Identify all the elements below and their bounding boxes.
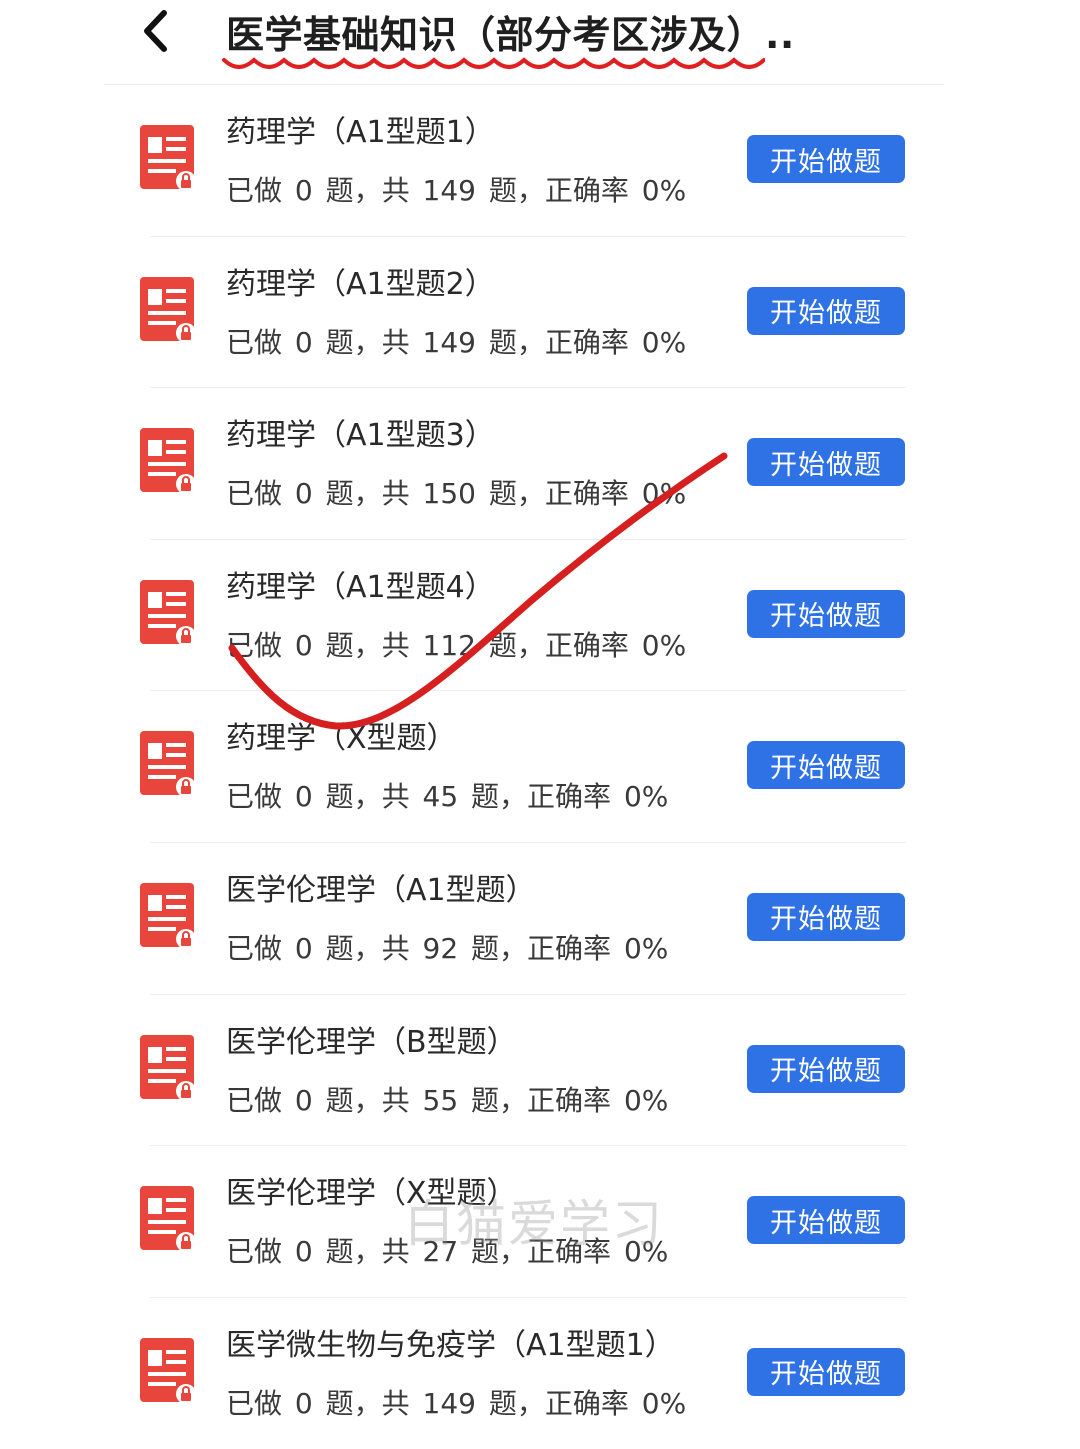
document-lock-icon [140,882,196,949]
document-lock-icon [140,731,196,798]
list-item: 医学伦理学（X型题） 已做 0 题，共 27 题，正确率 0% 开始做题 [0,1146,1080,1298]
start-exercise-button[interactable]: 开始做题 [747,286,905,335]
item-title: 药理学（X型题） [226,721,457,757]
item-stats: 已做 0 题，共 27 题，正确率 0% [226,1235,669,1269]
list-item: 药理学（A1型题2） 已做 0 题，共 149 题，正确率 0% 开始做题 [0,237,1080,389]
start-exercise-button[interactable]: 开始做题 [747,438,905,487]
start-exercise-button[interactable]: 开始做题 [747,1044,905,1093]
item-stats: 已做 0 题，共 45 题，正确率 0% [226,780,669,814]
start-exercise-button[interactable]: 开始做题 [747,1196,905,1245]
document-lock-icon [140,276,196,343]
list-item: 药理学（A1型题3） 已做 0 题，共 150 题，正确率 0% 开始做题 [0,388,1080,540]
item-title: 医学伦理学（B型题） [226,1024,517,1060]
list-item: 医学伦理学（A1型题） 已做 0 题，共 92 题，正确率 0% 开始做题 [0,843,1080,995]
start-exercise-button[interactable]: 开始做题 [747,1347,905,1396]
item-title: 药理学（A1型题4） [226,569,495,605]
document-lock-icon [140,1186,196,1253]
item-title: 药理学（A1型题1） [226,115,495,150]
list-item: 药理学（X型题） 已做 0 题，共 45 题，正确率 0% 开始做题 [0,691,1080,843]
wavy-underline-annotation [222,57,765,69]
document-lock-icon [140,428,196,495]
document-lock-icon [140,125,196,191]
list-item: 药理学（A1型题1） 已做 0 题，共 149 题，正确率 0% 开始做题 [0,85,1080,237]
item-title: 医学微生物与免疫学（A1型题1） [226,1327,675,1363]
exercise-list: 药理学（A1型题1） 已做 0 题，共 149 题，正确率 0% 开始做题 药理… [0,85,1080,1449]
item-stats: 已做 0 题，共 92 题，正确率 0% [226,931,669,965]
item-stats: 已做 0 题，共 149 题，正确率 0% [226,174,687,207]
item-title: 药理学（A1型题2） [226,266,495,302]
page-title: 医学基础知识（部分考区涉及）.. [226,13,795,57]
list-item: 医学微生物与免疫学（A1型题1） 已做 0 题，共 149 题，正确率 0% 开… [0,1298,1080,1449]
document-lock-icon [140,579,196,646]
chevron-left-icon [144,10,167,52]
item-stats: 已做 0 题，共 150 题，正确率 0% [226,477,687,511]
back-button[interactable] [132,8,178,54]
start-exercise-button[interactable]: 开始做题 [747,135,905,183]
start-exercise-button[interactable]: 开始做题 [747,589,905,638]
list-item: 药理学（A1型题4） 已做 0 题，共 112 题，正确率 0% 开始做题 [0,540,1080,692]
item-stats: 已做 0 题，共 112 题，正确率 0% [226,628,687,662]
item-stats: 已做 0 题，共 55 题，正确率 0% [226,1083,669,1117]
item-stats: 已做 0 题，共 149 题，正确率 0% [226,1386,687,1420]
header-bar: 医学基础知识（部分考区涉及）.. [0,0,1080,84]
list-item: 医学伦理学（B型题） 已做 0 题，共 55 题，正确率 0% 开始做题 [0,995,1080,1147]
document-lock-icon [140,1337,196,1404]
start-exercise-button[interactable]: 开始做题 [747,892,905,941]
item-title: 医学伦理学（A1型题） [226,872,536,908]
document-lock-icon [140,1034,196,1101]
item-title: 药理学（A1型题3） [226,418,495,454]
start-exercise-button[interactable]: 开始做题 [747,741,905,790]
item-title: 医学伦理学（X型题） [226,1176,517,1212]
item-stats: 已做 0 题，共 149 题，正确率 0% [226,325,687,359]
